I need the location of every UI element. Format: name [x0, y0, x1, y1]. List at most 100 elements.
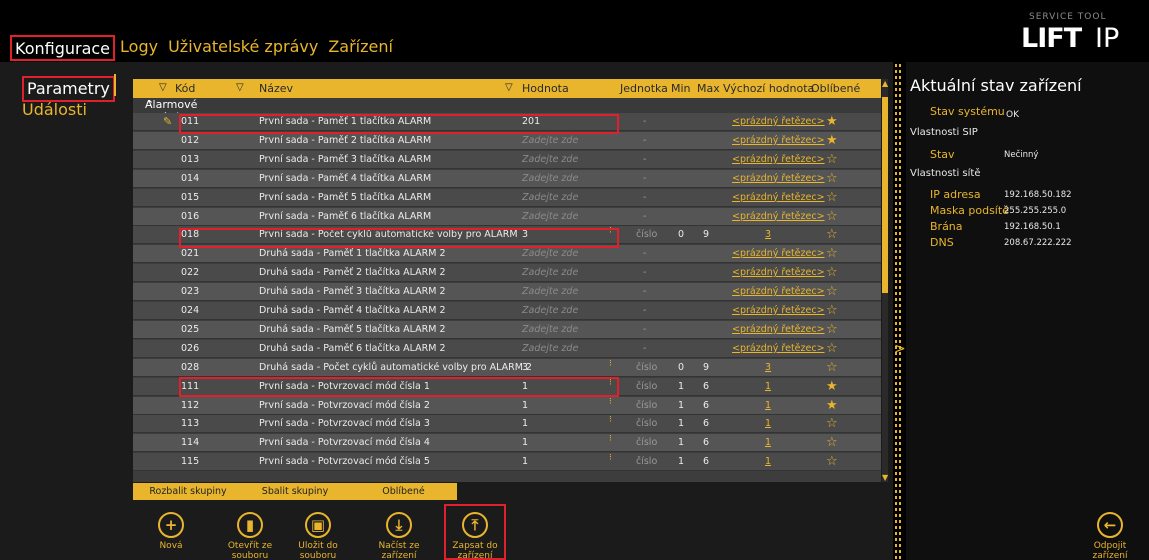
column-header-code[interactable]: Kód: [175, 82, 195, 95]
favorite-star-icon[interactable]: ☆: [826, 303, 838, 318]
table-row[interactable]: 115 První sada - Potvrzovací mód čísla 5 1…: [133, 453, 881, 472]
cell-value-placeholder[interactable]: Zadejte zde: [522, 305, 578, 316]
expand-groups-button[interactable]: Rozbalit skupiny: [133, 483, 243, 500]
table-row[interactable]: 025 Druhá sada - Paměť 5 tlačítka ALARM 2…: [133, 320, 881, 339]
sidebar-item-udalosti[interactable]: Události: [22, 100, 87, 119]
table-row[interactable]: 024 Druhá sada - Paměť 4 tlačítka ALARM 2…: [133, 302, 881, 320]
column-header-favorite[interactable]: Oblíbené: [811, 82, 860, 95]
cell-default[interactable]: <prázdný řetězec>: [732, 343, 825, 354]
write-to-device-button[interactable]: ⤒ Zapsat do zařízení: [443, 512, 507, 560]
favorite-star-icon[interactable]: ☆: [826, 322, 838, 337]
panel-divider[interactable]: >: [894, 62, 906, 560]
cell-value[interactable]: 1: [522, 456, 528, 467]
nav-zarizeni[interactable]: Zařízení: [323, 35, 398, 61]
favorite-star-icon[interactable]: ★: [826, 398, 838, 413]
table-row[interactable]: 014 První sada - Paměť 4 tlačítka ALARM Za…: [133, 169, 881, 188]
cell-value-placeholder[interactable]: Zadejte zde: [522, 135, 578, 146]
table-row[interactable]: 016 První sada - Paměť 6 tlačítka ALARM Za…: [133, 207, 881, 226]
filter-icon[interactable]: ▽: [236, 82, 244, 93]
favorite-star-icon[interactable]: ☆: [826, 265, 838, 280]
cell-value-placeholder[interactable]: Zadejte zde: [522, 286, 578, 297]
chevron-right-icon[interactable]: >: [894, 341, 906, 357]
cell-default[interactable]: <prázdný řetězec>: [732, 305, 825, 316]
spinner-icon[interactable]: ⁝: [609, 435, 612, 444]
favorite-star-icon[interactable]: ☆: [826, 246, 838, 261]
favorite-star-icon[interactable]: ★: [826, 379, 838, 394]
nav-konfigurace[interactable]: Konfigurace: [10, 35, 116, 61]
column-header-value[interactable]: Hodnota: [522, 82, 569, 95]
table-row[interactable]: 012 První sada - Paměť 2 tlačítka ALARM Za…: [133, 131, 881, 150]
open-from-file-button[interactable]: ▮ Otevřít ze souboru: [218, 512, 282, 560]
scroll-down-icon[interactable]: ▼: [882, 473, 888, 482]
favorite-star-icon[interactable]: ☆: [826, 284, 838, 299]
scroll-up-icon[interactable]: ▲: [882, 79, 888, 88]
cell-value-placeholder[interactable]: Zadejte zde: [522, 173, 578, 184]
column-header-unit[interactable]: Jednotka: [620, 82, 668, 95]
cell-default[interactable]: 3: [765, 362, 771, 373]
cell-value-placeholder[interactable]: Zadejte zde: [522, 154, 578, 165]
favorite-star-icon[interactable]: ☆: [826, 454, 838, 469]
cell-default[interactable]: <prázdný řetězec>: [732, 211, 825, 222]
favorite-star-icon[interactable]: ☆: [826, 435, 838, 450]
favorite-star-icon[interactable]: ☆: [826, 416, 838, 431]
table-row[interactable]: 112 První sada - Potvrzovací mód čísla 2 1…: [133, 396, 881, 415]
cell-default[interactable]: <prázdný řetězec>: [732, 267, 825, 278]
cell-default[interactable]: <prázdný řetězec>: [732, 286, 825, 297]
cell-value-placeholder[interactable]: Zadejte zde: [522, 343, 578, 354]
table-row[interactable]: 026 Druhá sada - Paměť 6 tlačítka ALARM 2…: [133, 339, 881, 358]
spinner-icon[interactable]: ⁝: [609, 397, 612, 406]
column-header-min[interactable]: Min: [671, 82, 691, 95]
cell-default[interactable]: <prázdný řetězec>: [732, 173, 825, 184]
column-header-default[interactable]: Výchozí hodnota: [723, 82, 814, 95]
favorite-star-icon[interactable]: ☆: [826, 360, 838, 375]
cell-value-placeholder[interactable]: Zadejte zde: [522, 248, 578, 259]
cell-default[interactable]: <prázdný řetězec>: [732, 324, 825, 335]
cell-value[interactable]: 1: [522, 437, 528, 448]
save-to-file-button[interactable]: ▣ Uložit do souboru: [286, 512, 350, 560]
disconnect-button[interactable]: ← Odpojit zařízení: [1075, 512, 1145, 560]
cell-default[interactable]: <prázdný řetězec>: [732, 135, 825, 146]
table-row[interactable]: 028 Druhá sada - Počet cyklů automatické …: [133, 358, 881, 377]
favorite-star-icon[interactable]: ★: [826, 133, 838, 148]
cell-default[interactable]: <prázdný řetězec>: [732, 116, 825, 127]
favorite-star-icon[interactable]: ★: [826, 114, 838, 129]
table-row[interactable]: 023 Druhá sada - Paměť 3 tlačítka ALARM 2…: [133, 283, 881, 302]
cell-value-placeholder[interactable]: Zadejte zde: [522, 211, 578, 222]
cell-default[interactable]: <prázdný řetězec>: [732, 154, 825, 165]
cell-default[interactable]: 1: [765, 437, 771, 448]
cell-default[interactable]: <prázdný řetězec>: [732, 192, 825, 203]
cell-default[interactable]: 1: [765, 456, 771, 467]
cell-default[interactable]: 1: [765, 381, 771, 392]
sidebar-item-parametry[interactable]: Parametry: [22, 76, 115, 102]
filter-icon[interactable]: ▽: [159, 82, 167, 93]
favorite-star-icon[interactable]: ☆: [826, 341, 838, 356]
filter-icon[interactable]: ▽: [505, 82, 513, 93]
cell-value[interactable]: 1: [522, 400, 528, 411]
cell-value-placeholder[interactable]: Zadejte zde: [522, 192, 578, 203]
cell-default[interactable]: 3: [765, 229, 771, 240]
cell-value-placeholder[interactable]: Zadejte zde: [522, 324, 578, 335]
cell-default[interactable]: 1: [765, 400, 771, 411]
favorites-button[interactable]: Oblíbené: [350, 483, 457, 500]
load-from-device-button[interactable]: ⤓ Načíst ze zařízení: [367, 512, 431, 560]
table-row[interactable]: 022 Druhá sada - Paměť 2 tlačítka ALARM 2…: [133, 264, 881, 283]
scroll-thumb[interactable]: [882, 97, 888, 293]
spinner-icon[interactable]: ⁝: [609, 454, 612, 463]
column-header-name[interactable]: Název: [259, 82, 293, 95]
cell-default[interactable]: <prázdný řetězec>: [732, 248, 825, 259]
group-header-alarm[interactable]: ⌃ Alarmové volání: [133, 98, 881, 124]
table-row[interactable]: 015 První sada - Paměť 5 tlačítka ALARM Za…: [133, 188, 881, 207]
table-row[interactable]: 114 První sada - Potvrzovací mód čísla 4 1…: [133, 434, 881, 453]
nav-logy[interactable]: Logy: [115, 35, 163, 61]
favorite-star-icon[interactable]: ☆: [826, 209, 838, 224]
favorite-star-icon[interactable]: ☆: [826, 227, 838, 242]
cell-value[interactable]: 3: [522, 362, 528, 373]
cell-value-placeholder[interactable]: Zadejte zde: [522, 267, 578, 278]
spinner-icon[interactable]: ⁝: [609, 416, 612, 425]
new-button[interactable]: + Nová: [139, 512, 203, 551]
grid-scrollbar[interactable]: ▲ ▼: [882, 79, 888, 482]
favorite-star-icon[interactable]: ☆: [826, 190, 838, 205]
favorite-star-icon[interactable]: ☆: [826, 152, 838, 167]
cell-default[interactable]: 1: [765, 418, 771, 429]
column-header-max[interactable]: Max: [697, 82, 720, 95]
